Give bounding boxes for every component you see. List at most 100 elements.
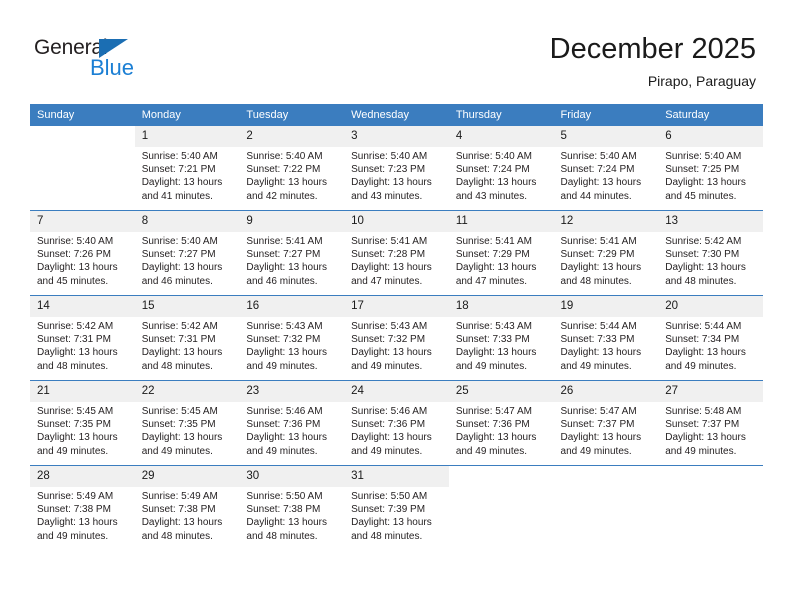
calendar-day-cell[interactable]: 23 Sunrise: 5:46 AM Sunset: 7:36 PM Dayligh… xyxy=(239,380,345,466)
daylight-duration-line2: and 41 minutes. xyxy=(141,190,213,202)
daylight-duration-line2: and 49 minutes. xyxy=(665,445,737,457)
day-number: 2 xyxy=(239,126,345,147)
sunrise-time: Sunrise: 5:48 AM xyxy=(665,406,742,417)
daylight-duration-line1: Daylight: 13 hours xyxy=(665,432,746,444)
daylight-duration-line1: Daylight: 13 hours xyxy=(37,347,118,359)
sunset-time: Sunset: 7:27 PM xyxy=(141,249,216,261)
daylight-duration-line1: Daylight: 13 hours xyxy=(455,262,537,274)
calendar-day-cell[interactable]: 5 Sunrise: 5:40 AM Sunset: 7:24 PM Daylight… xyxy=(553,126,659,211)
calendar-day-cell[interactable]: 13 Sunrise: 5:42 AM Sunset: 7:30 PM Dayligh… xyxy=(658,210,763,296)
calendar-day-cell[interactable]: 12 Sunrise: 5:41 AM Sunset: 7:29 PM Dayligh… xyxy=(553,210,659,296)
calendar-week-row: 14 Sunrise: 5:42 AM Sunset: 7:31 PM Dayligh… xyxy=(30,295,763,381)
calendar-day-cell[interactable]: 4 Sunrise: 5:40 AM Sunset: 7:24 PM Daylight… xyxy=(448,126,554,211)
daylight-duration-line1: Daylight: 13 hours xyxy=(37,517,118,529)
sunset-time: Sunset: 7:32 PM xyxy=(246,334,321,346)
calendar-day-cell[interactable]: 8 Sunrise: 5:40 AM Sunset: 7:27 PM Daylight… xyxy=(134,210,240,296)
calendar-day-cell[interactable]: 22 Sunrise: 5:45 AM Sunset: 7:35 PM Dayligh… xyxy=(134,380,240,466)
daylight-duration-line1: Daylight: 13 hours xyxy=(141,517,223,529)
day-sun-info: Sunrise: 5:50 AM Sunset: 7:39 PM Daylight:… xyxy=(344,487,449,543)
daylight-duration-line1: Daylight: 13 hours xyxy=(665,262,746,274)
daylight-duration-line2: and 43 minutes. xyxy=(351,190,423,202)
daylight-duration-line2: and 48 minutes. xyxy=(141,360,213,372)
sunset-time: Sunset: 7:24 PM xyxy=(560,164,635,176)
day-number: 8 xyxy=(134,211,240,232)
sunset-time: Sunset: 7:23 PM xyxy=(351,164,426,176)
daylight-duration-line1: Daylight: 13 hours xyxy=(351,432,432,444)
calendar-day-cell[interactable]: 10 Sunrise: 5:41 AM Sunset: 7:28 PM Dayligh… xyxy=(344,210,449,296)
sunset-time: Sunset: 7:33 PM xyxy=(560,334,635,346)
sunset-time: Sunset: 7:37 PM xyxy=(665,419,740,431)
day-number: 20 xyxy=(658,296,763,317)
daylight-duration-line1: Daylight: 13 hours xyxy=(665,177,746,189)
day-sun-info: Sunrise: 5:48 AM Sunset: 7:37 PM Daylight:… xyxy=(658,402,763,458)
day-number: 4 xyxy=(448,126,554,147)
sunrise-time: Sunrise: 5:45 AM xyxy=(37,406,114,417)
calendar-day-cell[interactable]: 14 Sunrise: 5:42 AM Sunset: 7:31 PM Dayligh… xyxy=(30,295,135,381)
daylight-duration-line1: Daylight: 13 hours xyxy=(37,262,118,274)
calendar-day-cell[interactable]: 25 Sunrise: 5:47 AM Sunset: 7:36 PM Dayligh… xyxy=(448,380,554,466)
sunrise-time: Sunrise: 5:44 AM xyxy=(665,321,742,332)
day-number: 23 xyxy=(239,381,345,402)
weekday-header-tuesday: Tuesday xyxy=(239,104,345,126)
sunrise-time: Sunrise: 5:40 AM xyxy=(141,151,218,162)
calendar-day-cell[interactable]: 1 Sunrise: 5:40 AM Sunset: 7:21 PM Daylight… xyxy=(134,126,240,211)
day-number: 13 xyxy=(658,211,763,232)
calendar-day-cell[interactable]: 18 Sunrise: 5:43 AM Sunset: 7:33 PM Dayligh… xyxy=(448,295,554,381)
general-blue-logo[interactable]: General Blue xyxy=(34,36,184,84)
sunset-time: Sunset: 7:38 PM xyxy=(246,504,321,516)
sunset-time: Sunset: 7:33 PM xyxy=(455,334,530,346)
calendar-cell-empty xyxy=(30,126,135,211)
daylight-duration-line2: and 49 minutes. xyxy=(351,445,423,457)
day-sun-info: Sunrise: 5:41 AM Sunset: 7:28 PM Daylight:… xyxy=(344,232,449,288)
day-sun-info: Sunrise: 5:43 AM Sunset: 7:32 PM Daylight:… xyxy=(344,317,449,373)
calendar-day-cell[interactable]: 21 Sunrise: 5:45 AM Sunset: 7:35 PM Dayligh… xyxy=(30,380,135,466)
day-number: 26 xyxy=(553,381,659,402)
calendar-day-cell[interactable]: 30 Sunrise: 5:50 AM Sunset: 7:38 PM Dayligh… xyxy=(239,465,345,550)
day-sun-info: Sunrise: 5:40 AM Sunset: 7:24 PM Daylight:… xyxy=(449,147,554,203)
day-number: 9 xyxy=(239,211,345,232)
calendar-day-cell[interactable]: 31 Sunrise: 5:50 AM Sunset: 7:39 PM Dayligh… xyxy=(344,465,449,550)
calendar-day-cell[interactable]: 16 Sunrise: 5:43 AM Sunset: 7:32 PM Dayligh… xyxy=(239,295,345,381)
calendar-day-cell[interactable]: 27 Sunrise: 5:48 AM Sunset: 7:37 PM Dayligh… xyxy=(658,380,763,466)
daylight-duration-line1: Daylight: 13 hours xyxy=(141,432,223,444)
daylight-duration-line2: and 49 minutes. xyxy=(560,360,632,372)
sunset-time: Sunset: 7:25 PM xyxy=(665,164,740,176)
calendar-day-cell[interactable]: 11 Sunrise: 5:41 AM Sunset: 7:29 PM Dayligh… xyxy=(448,210,554,296)
day-number xyxy=(658,466,763,487)
daylight-duration-line1: Daylight: 13 hours xyxy=(560,262,642,274)
calendar-day-cell[interactable]: 24 Sunrise: 5:46 AM Sunset: 7:36 PM Dayligh… xyxy=(344,380,449,466)
calendar-day-cell[interactable]: 9 Sunrise: 5:41 AM Sunset: 7:27 PM Daylight… xyxy=(239,210,345,296)
sunrise-time: Sunrise: 5:42 AM xyxy=(141,321,218,332)
calendar-day-cell[interactable]: 3 Sunrise: 5:40 AM Sunset: 7:23 PM Daylight… xyxy=(344,126,449,211)
sunrise-time: Sunrise: 5:40 AM xyxy=(455,151,532,162)
calendar-day-cell[interactable]: 15 Sunrise: 5:42 AM Sunset: 7:31 PM Dayligh… xyxy=(134,295,240,381)
calendar-day-cell[interactable]: 28 Sunrise: 5:49 AM Sunset: 7:38 PM Dayligh… xyxy=(30,465,135,550)
calendar-day-cell[interactable]: 7 Sunrise: 5:40 AM Sunset: 7:26 PM Daylight… xyxy=(30,210,135,296)
sunset-time: Sunset: 7:21 PM xyxy=(141,164,216,176)
calendar-day-cell[interactable]: 6 Sunrise: 5:40 AM Sunset: 7:25 PM Daylight… xyxy=(658,126,763,211)
day-sun-info: Sunrise: 5:47 AM Sunset: 7:37 PM Daylight:… xyxy=(554,402,659,458)
calendar-day-cell[interactable]: 20 Sunrise: 5:44 AM Sunset: 7:34 PM Dayligh… xyxy=(658,295,763,381)
calendar-week-row: 28 Sunrise: 5:49 AM Sunset: 7:38 PM Dayligh… xyxy=(30,465,763,550)
calendar-day-cell[interactable]: 29 Sunrise: 5:49 AM Sunset: 7:38 PM Dayligh… xyxy=(134,465,240,550)
calendar-day-cell[interactable]: 2 Sunrise: 5:40 AM Sunset: 7:22 PM Daylight… xyxy=(239,126,345,211)
day-sun-info: Sunrise: 5:41 AM Sunset: 7:27 PM Daylight:… xyxy=(239,232,344,288)
location-subtitle: Pirapo, Paraguay xyxy=(647,73,756,89)
page-header: General Blue December 2025 Pirapo, Parag… xyxy=(0,0,792,96)
daylight-duration-line1: Daylight: 13 hours xyxy=(246,177,328,189)
weekday-header-row: Sunday Monday Tuesday Wednesday Thursday Frid… xyxy=(30,104,763,126)
calendar-day-cell[interactable]: 26 Sunrise: 5:47 AM Sunset: 7:37 PM Dayligh… xyxy=(553,380,659,466)
weekday-header-monday: Monday xyxy=(134,104,240,126)
sunset-time: Sunset: 7:26 PM xyxy=(37,249,111,261)
daylight-duration-line1: Daylight: 13 hours xyxy=(141,177,223,189)
daylight-duration-line2: and 48 minutes. xyxy=(246,530,318,542)
calendar-day-cell[interactable]: 19 Sunrise: 5:44 AM Sunset: 7:33 PM Dayligh… xyxy=(553,295,659,381)
calendar-day-cell[interactable]: 17 Sunrise: 5:43 AM Sunset: 7:32 PM Dayligh… xyxy=(344,295,449,381)
sunrise-time: Sunrise: 5:41 AM xyxy=(246,236,323,247)
daylight-duration-line2: and 49 minutes. xyxy=(141,445,213,457)
sunrise-time: Sunrise: 5:41 AM xyxy=(455,236,532,247)
day-number: 22 xyxy=(134,381,240,402)
day-number: 6 xyxy=(658,126,763,147)
sunrise-time: Sunrise: 5:50 AM xyxy=(246,491,323,502)
day-sun-info: Sunrise: 5:40 AM Sunset: 7:22 PM Daylight:… xyxy=(239,147,344,203)
